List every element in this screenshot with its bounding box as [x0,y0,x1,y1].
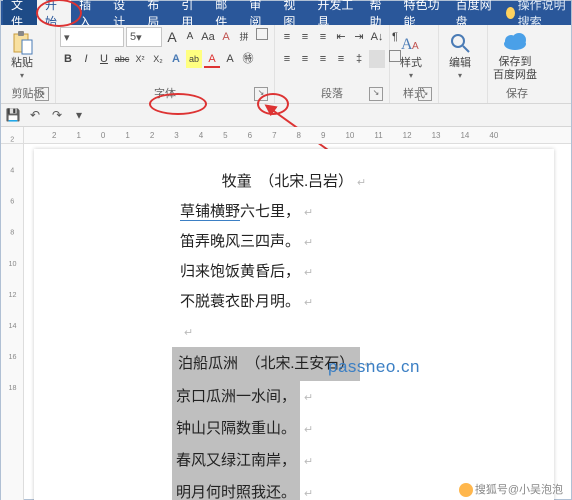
quick-access-toolbar: 💾 ↶ ↷ ▾ [1,104,571,127]
highlight[interactable]: ab [186,50,202,68]
strike[interactable]: abc [114,50,130,68]
group-editing: 编辑 ▾ [439,25,488,103]
char-shading[interactable]: A [222,50,238,68]
paste-label: 粘贴 [11,57,33,69]
line-spacing[interactable]: ‡ [351,50,367,68]
group-styles: AA 样式 ▾ 样式↘ [390,25,439,103]
styles-launcher[interactable]: ↘ [418,87,432,101]
editing-button[interactable]: 编辑 ▾ [443,27,477,83]
align-left[interactable]: ≡ [279,50,295,68]
bulb-icon [506,7,515,19]
paragraph-launcher[interactable]: ↘ [369,87,383,101]
subscript[interactable]: X₂ [150,50,166,68]
text-effects[interactable]: A [168,50,184,68]
clear-format[interactable]: A [218,28,234,46]
save-label2: 百度网盘 [493,69,537,81]
group-save: 保存到 百度网盘 保存 [488,25,546,103]
styles-icon: AA [398,30,424,56]
poem1-line3: 归来饱饭黄昏后，↵ [34,257,554,287]
ribbon: 粘贴 ▾ 剪贴板↘ ▾ 5▾ A A Aa A 拼 [1,25,571,104]
vertical-ruler[interactable]: 24681012141618 [1,127,24,500]
char-border[interactable] [254,28,270,46]
group-clipboard-label: 剪贴板↘ [5,83,51,103]
font-name-combo[interactable]: ▾ [60,27,124,47]
chevron-down-icon: ▾ [20,71,24,80]
avatar-icon [459,483,473,497]
poem1-line2: 笛弄晚风三四声。↵ [34,227,554,257]
poem2-title: 泊船瓜洲 （北宋.王安石）↵ [34,347,554,381]
horizontal-ruler[interactable]: 210123456789101112131440 [24,127,571,144]
align-center[interactable]: ≡ [297,50,313,68]
group-styles-label: 样式↘ [394,83,434,103]
find-icon [447,30,473,56]
group-font-label: 字体↘ [60,83,270,103]
group-paragraph-label: 段落↘ [279,83,385,103]
phonetic-guide[interactable]: 拼 [236,28,252,46]
sort[interactable]: A↓ [369,28,385,46]
word-window: 文件 开始 插入 设计 布局 引用 邮件 审阅 视图 开发工具 帮助 特色功能 … [0,0,572,500]
paste-button[interactable]: 粘贴 ▾ [5,27,39,83]
styles-label: 样式 [400,57,422,69]
save-baidu-button[interactable]: 保存到 百度网盘 [492,27,538,83]
bullets[interactable]: ≡ [279,28,295,46]
credit: 搜狐号@小吴泡泡 [459,481,563,497]
poem2-line3: 春风又绿江南岸，↵ [34,445,554,477]
styles-button[interactable]: AA 样式 ▾ [394,27,428,83]
menu-bar: 文件 开始 插入 设计 布局 引用 邮件 审阅 视图 开发工具 帮助 特色功能 … [1,1,571,25]
blank-line: ↵ [34,317,554,347]
paste-icon [9,30,35,56]
poem2-line1: 京口瓜洲一水间，↵ [34,381,554,413]
work-area: 24681012141618 210123456789101112131440 … [1,127,571,500]
cloud-icon [502,29,528,55]
clipboard-launcher[interactable]: ↘ [35,87,49,101]
underline[interactable]: U [96,50,112,68]
qat-more-icon[interactable]: ▾ [71,107,87,123]
qat-undo-icon[interactable]: ↶ [27,107,43,123]
chevron-down-icon: ▾ [409,71,413,80]
align-right[interactable]: ≡ [315,50,331,68]
shrink-font[interactable]: A [182,28,198,46]
font-size-combo[interactable]: 5▾ [126,27,162,47]
dec-indent[interactable]: ⇤ [333,28,349,46]
bold[interactable]: B [60,50,76,68]
poem1-title: 牧童 （北宋.吕岩）↵ [34,167,554,197]
poem2-line2: 钟山只隔数重山。↵ [34,413,554,445]
poem1-line4: 不脱蓑衣卧月明。↵ [34,287,554,317]
multilevel[interactable]: ≡ [315,28,331,46]
save-label1: 保存到 [499,56,532,68]
svg-text:A: A [412,41,419,52]
chevron-down-icon: ▾ [458,71,462,80]
group-paragraph: ≡ ≡ ≡ ⇤ ⇥ A↓ ¶ ≡ ≡ ≡ ≡ ‡ [275,25,390,103]
font-launcher[interactable]: ↘ [254,87,268,101]
group-font: ▾ 5▾ A A Aa A 拼 B I U abc X² [56,25,275,103]
shading[interactable] [369,50,385,68]
italic[interactable]: I [78,50,94,68]
justify[interactable]: ≡ [333,50,349,68]
document-page[interactable]: 牧童 （北宋.吕岩）↵ 草铺横野六七里，↵ 笛弄晚风三四声。↵ 归来饱饭黄昏后，… [34,149,554,500]
grow-font[interactable]: A [164,28,180,46]
superscript[interactable]: X² [132,50,148,68]
inc-indent[interactable]: ⇥ [351,28,367,46]
group-clipboard: 粘贴 ▾ 剪贴板↘ [1,25,56,103]
font-color[interactable]: A [204,50,220,68]
enclose-char[interactable]: ㊕ [240,50,256,68]
editing-label: 编辑 [449,57,471,69]
poem1-line1: 草铺横野六七里，↵ [34,197,554,227]
numbering[interactable]: ≡ [297,28,313,46]
qat-save-icon[interactable]: 💾 [5,107,21,123]
change-case[interactable]: Aa [200,28,216,46]
group-save-label: 保存 [492,83,542,103]
watermark: passneo.cn [328,357,420,377]
qat-redo-icon[interactable]: ↷ [49,107,65,123]
group-editing-label [443,87,483,103]
